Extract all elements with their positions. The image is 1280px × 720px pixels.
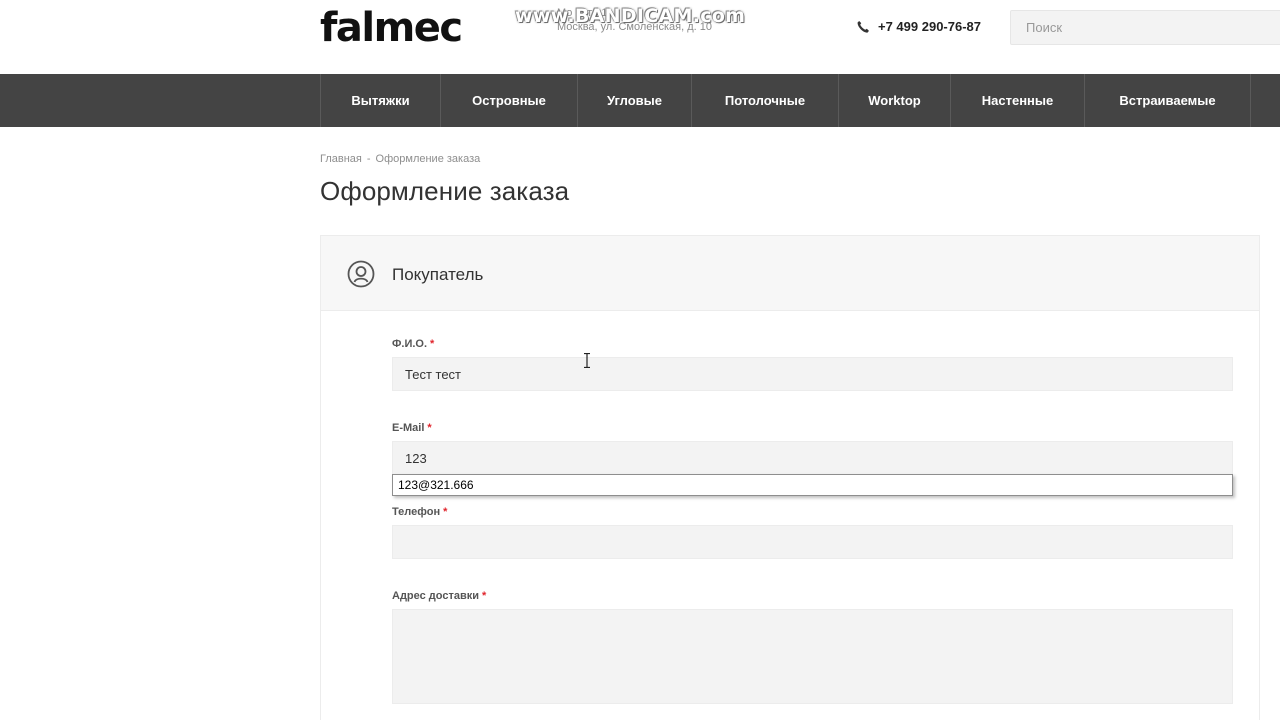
phone-label-text: Телефон xyxy=(392,506,441,518)
email-autocomplete-suggestion[interactable]: 123@321.666 xyxy=(392,474,1233,496)
search-input[interactable] xyxy=(1010,10,1280,45)
nav-item-built-in[interactable]: Встраиваемые xyxy=(1085,74,1251,127)
breadcrumb-separator: - xyxy=(366,153,371,165)
site-header: falmec Мо , стр.1 Москва, ул. Смоленская… xyxy=(0,0,1280,74)
email-label-text: E-Mail xyxy=(392,422,425,434)
name-label: Ф.И.О. * xyxy=(392,338,434,350)
address-label: Адрес доставки * xyxy=(392,590,486,602)
required-mark: * xyxy=(482,590,487,602)
required-mark: * xyxy=(430,338,435,350)
nav-item-ceiling[interactable]: Потолочные xyxy=(692,74,839,127)
name-field[interactable] xyxy=(392,357,1233,391)
phone-field[interactable] xyxy=(392,525,1233,559)
phone-icon xyxy=(857,20,869,33)
required-mark: * xyxy=(443,506,448,518)
address-label-text: Адрес доставки xyxy=(392,590,480,602)
nav-item-wall[interactable]: Настенные xyxy=(951,74,1085,127)
buyer-panel-header: Покупатель xyxy=(321,236,1259,311)
nav-item-corner[interactable]: Угловые xyxy=(578,74,692,127)
required-mark: * xyxy=(427,422,432,434)
user-icon xyxy=(347,260,375,288)
main-nav: Вытяжки Островные Угловые Потолочные Wor… xyxy=(0,74,1280,127)
phone-label: Телефон * xyxy=(392,506,447,518)
contact-phone[interactable]: +7 499 290-76-87 xyxy=(856,19,981,34)
page-title: Оформление заказа xyxy=(320,176,570,206)
falmec-logo[interactable]: falmec xyxy=(320,6,463,50)
text-cursor-icon xyxy=(584,353,590,368)
nav-item-worktop[interactable]: Worktop xyxy=(839,74,951,127)
breadcrumb-home[interactable]: Главная xyxy=(320,153,362,165)
name-label-text: Ф.И.О. xyxy=(392,338,428,350)
email-label: E-Mail * xyxy=(392,422,432,434)
email-field[interactable] xyxy=(392,441,1233,475)
recording-watermark: www.BANDICAM.com xyxy=(515,5,746,27)
phone-number: +7 499 290-76-87 xyxy=(878,19,982,34)
nav-items: Вытяжки Островные Угловые Потолочные Wor… xyxy=(320,74,1251,127)
breadcrumb: Главная - Оформление заказа xyxy=(320,153,480,165)
buyer-panel: Покупатель Ф.И.О.* E-Mail* Телефон* Адре… xyxy=(320,235,1260,720)
address-field[interactable] xyxy=(392,609,1233,704)
buyer-panel-title: Покупатель xyxy=(392,265,484,284)
nav-item-hoods[interactable]: Вытяжки xyxy=(321,74,441,127)
breadcrumb-current: Оформление заказа xyxy=(375,153,481,165)
nav-item-island[interactable]: Островные xyxy=(441,74,578,127)
